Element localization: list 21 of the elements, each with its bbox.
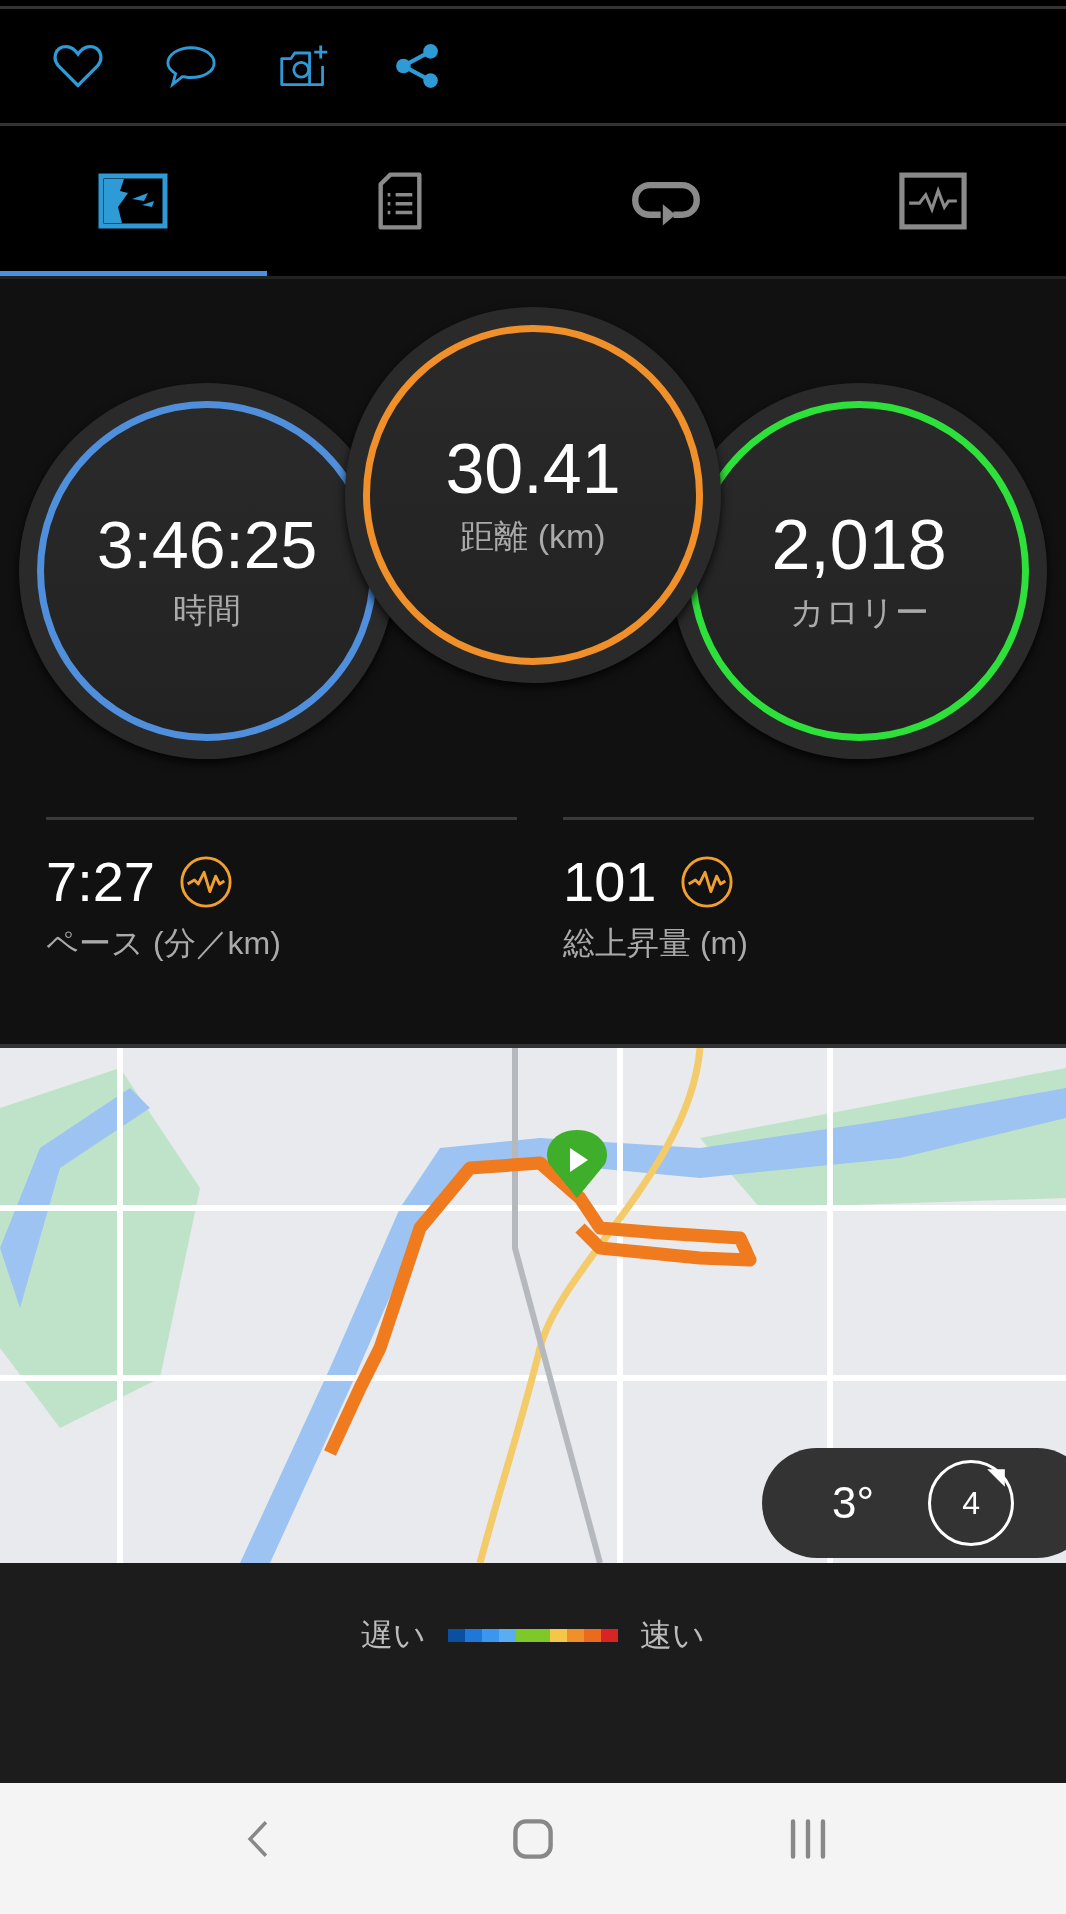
stat-label: カロリー <box>789 594 929 632</box>
stat-label: ペース (分／km) <box>46 924 282 963</box>
home-icon[interactable] <box>511 1816 555 1861</box>
wind-speed-text: 4 <box>962 1484 980 1522</box>
stat-value: 2,018 <box>771 510 947 581</box>
temperature-text: 3° <box>832 1478 875 1528</box>
stat-label: 距離 (km) <box>460 518 606 556</box>
legend-label: 速い <box>640 1616 705 1655</box>
stat-value: 30.41 <box>445 434 621 505</box>
stat-label: 総上昇量 (m) <box>563 924 749 963</box>
heart-icon[interactable] <box>52 42 104 90</box>
map-icon <box>98 172 169 230</box>
stat-value: 3:46:25 <box>96 512 318 579</box>
pulse-icon <box>179 855 233 909</box>
stat-value: 7:27 <box>46 854 155 910</box>
pulse-icon <box>680 855 735 909</box>
activity-chart-icon <box>897 172 968 230</box>
wind-direction-icon <box>985 1467 1008 1489</box>
stat-value: 101 <box>563 854 657 910</box>
stat-label: 時間 <box>173 592 241 630</box>
legend-label: 遅い <box>361 1616 426 1655</box>
